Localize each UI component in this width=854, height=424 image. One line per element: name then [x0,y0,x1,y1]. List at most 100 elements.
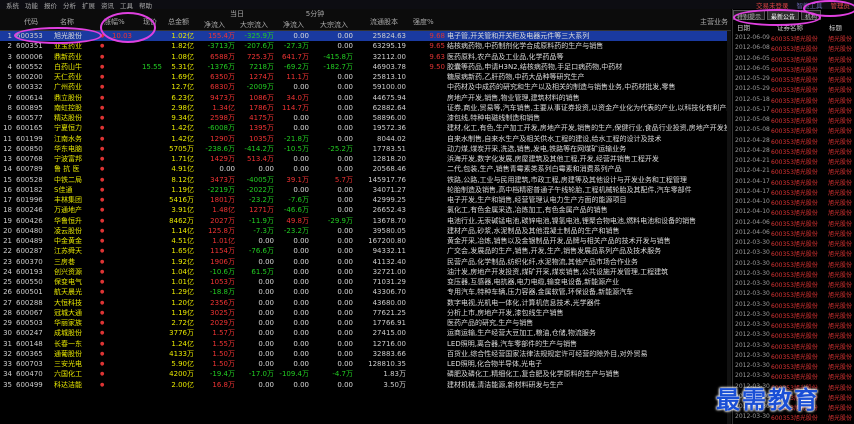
announcement-item[interactable]: 2012-05-17 600353旭光股份 旭光股份 [733,105,854,115]
announcement-item[interactable]: 2012-06-08 600353旭光股份 旭光股份 [733,43,854,53]
announcement-item[interactable]: 2012-04-28 600353旭光股份 旭光股份 [733,136,854,146]
row-business: 动力煤,煤炭开采,洗选,销售,发电,铁路等在网煤矿运输业务 [447,144,627,153]
row-index: 10 [3,124,12,133]
table-row[interactable]: ● 34 600470 六国化工 4200万 -19.4万 -17.0万 -109.4万 -4.… [0,369,731,379]
table-row[interactable]: ● 5 600200 天仁药业 1.69亿 6350万 1274万 11.1万 0.00 2581… [0,72,731,82]
table-row[interactable]: ● 35 600499 科达洁能 2.00亿 16.8万 0.00 0.00 0.00 3.50万… [0,380,731,390]
announcement-item[interactable]: 2012-04-06 600353旭光股份 旭光股份 [733,218,854,228]
header-net-in-5min[interactable]: 净流入 [283,20,304,30]
header-big-in-5min[interactable]: 大宗流入 [320,20,348,30]
row-net-in: 3473万 [210,175,235,184]
announcement-item[interactable]: 2012-03-30 600353旭光股份 旭光股份 [733,320,854,330]
announcement-item[interactable]: 2012-03-30 600353旭光股份 旭光股份 [733,351,854,361]
announcement-item[interactable]: 2012-05-08 600353旭光股份 旭光股份 [733,125,854,135]
announcement-item[interactable]: 2012-05-08 600353旭光股份 旭光股份 [733,115,854,125]
vertical-scrollbar[interactable] [727,31,731,424]
table-row[interactable]: ● 1 600353 旭光股份 10.03 1.02亿 155.4万 -325.9万 0.00 0… [0,31,731,42]
header-net-in[interactable]: 净流入 [204,20,225,30]
table-row[interactable]: ● 11 601199 江南水务 1.42亿 1290万 1035万 -21.8万 0.00 80… [0,134,731,144]
row-business: 证券,商业,贸易等,汽车销售,主要从事证券投资,以资金产业化为代表的产业,以科技… [447,103,729,112]
announcement-item[interactable]: 2012-03-30 600353旭光股份 旭光股份 [733,248,854,258]
announcement-item[interactable]: 2012-03-30 600353旭光股份 旭光股份 [733,279,854,289]
table-row[interactable]: ● 22 600287 江苏舜天 1.65亿 1154万 -76.6万 0.00 0.00 943… [0,246,731,256]
table-row[interactable]: ● 25 600550 保变电气 1.01亿 1053万 0.00 0.00 0.00 71031… [0,277,731,287]
table-row[interactable]: ● 30 600247 成城股份 3776万 1.57万 0.00 0.00 0.00 27415… [0,328,731,338]
table-row[interactable]: ● 18 600246 万通地产 3.91亿 1.48亿 1271万 -46.6万 0.00 26… [0,205,731,215]
announcement-item[interactable]: 2012-03-30 600353旭光股份 旭光股份 [733,300,854,310]
table-row[interactable]: ● 33 600703 三安光电 5.90亿 1.50万 0.00 0.00 0.00 12881… [0,359,731,369]
row-total: 5.31亿 [171,62,194,71]
table-row[interactable]: ● 21 600489 中金黄金 4.51亿 1.01亿 0.00 0.00 0.00 16720… [0,236,731,246]
header-price[interactable]: 现价 [143,17,157,27]
table-row[interactable]: ● 26 600501 航天晨光 1.29亿 -18.8万 0.00 0.00 0.00 4330… [0,287,731,297]
announcement-item[interactable]: 2012-03-30 600353旭光股份 旭光股份 [733,269,854,279]
row-code: 600480 [16,226,43,235]
announcement-date: 2012-04-21 [735,167,770,175]
announcement-item[interactable]: 2012-05-18 600353旭光股份 旭光股份 [733,95,854,105]
announcement-item[interactable]: 2012-03-30 600353旭光股份 旭光股份 [733,341,854,351]
header-strength[interactable]: 强度% [413,17,434,27]
row-big-in-5min: 0.00 [337,103,353,112]
table-row[interactable]: ● 29 600503 华丽家族 2.72亿 2029万 0.00 0.00 0.00 17766… [0,318,731,328]
announcement-item[interactable]: 2012-03-30 600353旭光股份 旭光股份 [733,238,854,248]
row-code: 600193 [16,267,43,276]
announcement-item[interactable]: 2012-03-30 600353旭光股份 旭光股份 [733,330,854,340]
table-row[interactable]: ● 32 600365 通葡股份 4133万 1.50万 0.00 0.00 0.00 32883… [0,349,731,359]
table-row[interactable]: ● 23 600370 三房巷 1.92亿 1906万 0.00 0.00 0.00 41132.… [0,257,731,267]
table-row[interactable]: ● 17 601996 丰林集团 5416万 1801万 -23.2万 -7.6万 0.00 42… [0,195,731,205]
table-row[interactable]: ● 8 600895 南虹控股 2.98亿 1.34亿 1786万 114.7万 0.00 628… [0,103,731,113]
table-row[interactable]: ● 9 600577 精达股份 9.34亿 2598万 4175万 0.00 0.00 58896… [0,113,731,123]
tab-institution[interactable]: 机构 [801,10,822,21]
row-code: 601996 [16,196,43,204]
announcement-item[interactable]: 2012-04-17 600353旭光股份 旭光股份 [733,187,854,197]
table-row[interactable]: ● 14 600789 鲁 抗 医 4.91亿 0.00 0.00 0.00 0.00 20568… [0,164,731,174]
announcement-item[interactable]: 2012-04-21 600353旭光股份 旭光股份 [733,166,854,176]
row-name: S佳通 [54,185,73,194]
table-row[interactable]: ● 15 600528 中铁二局 8.12亿 3473万 -4005万 39.1万 5.7万 14… [0,175,731,185]
announcement-item[interactable]: 2012-03-30 600353旭光股份 旭光股份 [733,310,854,320]
header-code[interactable]: 代码 [24,17,38,27]
table-row[interactable]: ● 7 600614 鼎立股份 6.23亿 9473万 1086万 34.0万 0.00 4467… [0,93,731,103]
table-row[interactable]: ● 6 600332 广州药业 12.7亿 6830万 -2009万 0.00 0.00 5910… [0,82,731,92]
table-row[interactable]: ● 10 600165 宁夏恒力 1.42亿 -6008万 1395万 0.00 0.00 195… [0,123,731,133]
header-total[interactable]: 总金额 [168,17,189,27]
announcement-item[interactable]: 2012-04-06 600353旭光股份 旭光股份 [733,228,854,238]
announcement-date: 2012-03-30 [735,351,770,359]
header-big-in[interactable]: 大宗流入 [240,20,268,30]
announcement-title: 旭光股份 [828,241,853,248]
announcement-list: 2012-06-09 600353旭光股份 旭光股份 2012-06-08 600353… [733,33,854,423]
table-row[interactable]: ● 27 600288 大恒科技 1.20亿 2356万 0.00 0.00 0.00 43680… [0,298,731,308]
announcement-item[interactable]: 2012-05-29 600353旭光股份 旭光股份 [733,74,854,84]
table-row[interactable]: ● 2 600351 亚宝药业 1.82亿 -3713万 -207.6万 -27.3万 0.00… [0,41,731,51]
announcement-item[interactable]: 2012-05-29 600353旭光股份 旭光股份 [733,84,854,94]
table-row[interactable]: ● 28 600067 冠城大通 1.19亿 3025万 0.00 0.00 0.00 77621… [0,308,731,318]
table-row[interactable]: ● 31 600148 长春一东 1.24亿 1.55万 0.00 0.00 0.00 12716… [0,339,731,349]
table-row[interactable]: ● 4 600552 白药山牛 15.55 5.31亿 -1376万 7218万 -69.2万 -… [0,62,731,72]
announcement-item[interactable]: 2012-03-30 600353旭光股份 旭光股份 [733,289,854,299]
table-row[interactable]: ● 19 600426 华鲁恒升 8462万 2027万 -11.9万 49.8万 -29.9万… [0,216,731,226]
header-change[interactable]: 涨幅% [104,17,125,27]
announcement-item[interactable]: 2012-04-10 600353旭光股份 旭光股份 [733,207,854,217]
table-row[interactable]: ● 3 600006 鼎新药业 1.08亿 6588万 725.3万 641.7万 -415.8… [0,52,731,62]
announcement-item[interactable]: 2012-06-05 600353旭光股份 旭光股份 [733,64,854,74]
announcement-item[interactable]: 2012-04-21 600353旭光股份 旭光股份 [733,156,854,166]
announcement-item[interactable]: 2012-04-10 600353旭光股份 旭光股份 [733,197,854,207]
table-row[interactable]: ● 20 600480 凌云股份 1.14亿 125.8万 -7.3万 -23.2万 0.00 3… [0,226,731,236]
header-business[interactable]: 主营业务 [700,17,728,27]
tab-latest-announcement[interactable]: 最新公告 [767,10,800,21]
announcement-stock: 600353旭光股份 [771,138,818,146]
announcement-item[interactable]: 2012-04-28 600353旭光股份 旭光股份 [733,146,854,156]
row-net-in: 0.00 [219,165,235,174]
announcement-item[interactable]: 2012-03-30 600353旭光股份 旭光股份 [733,259,854,269]
tab-special-notice[interactable]: 特别提示 [733,10,766,21]
announcement-item[interactable]: 2012-06-05 600353旭光股份 旭光股份 [733,54,854,64]
announcement-item[interactable]: 2012-03-30 600353旭光股份 旭光股份 [733,361,854,371]
announcement-item[interactable]: 2012-06-09 600353旭光股份 旭光股份 [733,33,854,43]
header-name[interactable]: 名称 [60,17,74,27]
table-row[interactable]: ● 16 600182 S佳通 1.19亿 -2219万 -2022万 0.00 0.00 340… [0,185,731,195]
header-float-shares[interactable]: 流通股本 [370,17,398,27]
table-row[interactable]: ● 24 600193 创兴资源 1.04亿 -10.6万 61.5万 0.00 0.00 327… [0,267,731,277]
table-row[interactable]: ● 13 600768 宁波富邦 1.71亿 1429万 513.4万 0.00 0.00 128… [0,154,731,164]
announcement-item[interactable]: 2012-04-17 600353旭光股份 旭光股份 [733,177,854,187]
table-row[interactable]: ● 12 600850 华东电脑 5705万 -238.6万 -414.2万 -10.5万 -2… [0,144,731,154]
